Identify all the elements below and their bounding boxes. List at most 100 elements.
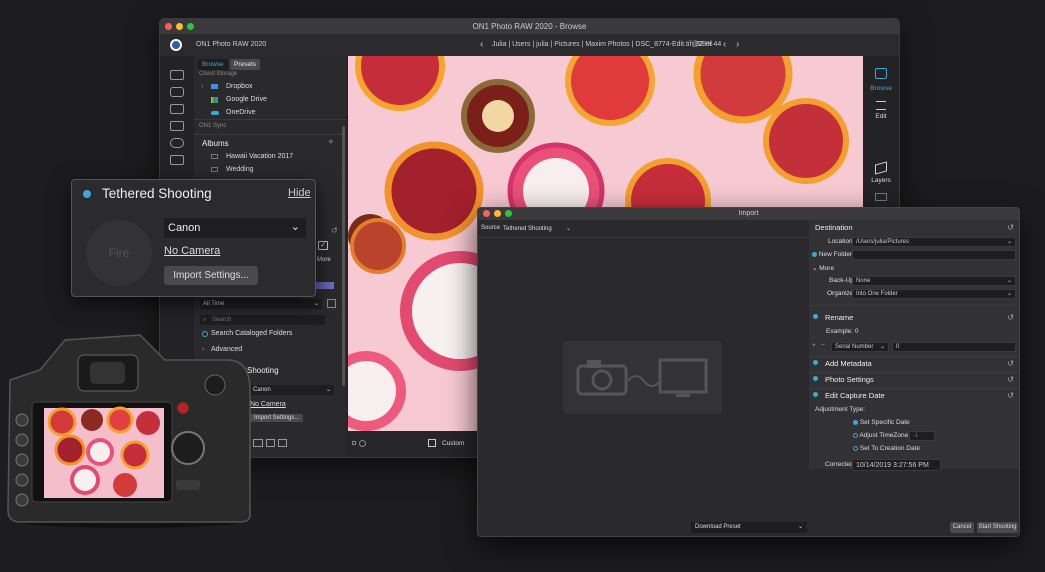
monitor-icon[interactable] bbox=[170, 70, 184, 80]
breadcrumb-item[interactable]: Users bbox=[512, 41, 530, 48]
detail-view-icon[interactable] bbox=[265, 439, 275, 447]
minimize-button[interactable] bbox=[176, 23, 183, 30]
edit-module-label[interactable]: Edit bbox=[863, 113, 899, 120]
cloud-icon[interactable] bbox=[170, 138, 184, 148]
start-shooting-button[interactable]: Start Shooting bbox=[977, 522, 1018, 533]
search-input[interactable]: ⌕ Search bbox=[200, 315, 325, 325]
albums-icon[interactable] bbox=[170, 155, 184, 165]
small-square-icon[interactable] bbox=[352, 441, 356, 445]
close-button[interactable] bbox=[165, 23, 172, 30]
add-metadata-section[interactable]: Add Metadata ↺ bbox=[809, 359, 1019, 371]
download-preset-select[interactable]: Download Preset ⌄ bbox=[691, 522, 807, 533]
reset-icon[interactable]: ↺ bbox=[1007, 223, 1014, 232]
serial-start-input[interactable]: 0 bbox=[892, 342, 1016, 352]
option-adjust-timezone[interactable]: Adjust TimeZone bbox=[853, 432, 908, 439]
layers-module-label[interactable]: Layers bbox=[863, 177, 899, 184]
cancel-button[interactable]: Cancel bbox=[950, 522, 974, 533]
chevron-down-icon: ⌄ bbox=[313, 301, 319, 307]
import-title: Import bbox=[738, 210, 759, 217]
corrected-date-value: 10/14/2019 3:27:56 PM bbox=[856, 462, 929, 469]
more-toggle[interactable]: ⌄ More bbox=[812, 264, 834, 272]
camera-brand-select[interactable]: Canon ⌄ bbox=[164, 218, 306, 238]
calendar-icon[interactable] bbox=[327, 299, 336, 308]
no-camera-link[interactable]: No Camera bbox=[250, 401, 286, 408]
tab-presets[interactable]: Presets bbox=[230, 59, 261, 70]
search-placeholder: Search bbox=[212, 317, 232, 323]
next-image-icon[interactable]: › bbox=[736, 34, 739, 56]
zoom-slider-handle[interactable] bbox=[359, 440, 366, 447]
location-select[interactable]: /Users/julia/Pictures ⌄ bbox=[852, 237, 1016, 247]
divider bbox=[809, 388, 1019, 389]
browse-module-label[interactable]: Browse bbox=[863, 85, 899, 92]
panel-scrollbar[interactable] bbox=[342, 126, 345, 386]
corrected-date-input[interactable]: 10/14/2019 3:27:56 PM bbox=[852, 459, 941, 471]
reset-icon[interactable]: ↺ bbox=[331, 226, 338, 235]
tethered-shooting-popup: Tethered Shooting Hide Fire Canon ⌄ No C… bbox=[71, 179, 316, 297]
new-folder-input[interactable] bbox=[852, 250, 1016, 260]
edit-capture-date-section[interactable]: Edit Capture Date ↺ bbox=[809, 391, 1019, 403]
organize-select[interactable]: Into One Folder ⌄ bbox=[852, 289, 1016, 299]
source-select[interactable]: Tethered Shooting ⌄ bbox=[500, 224, 574, 234]
tab-browse[interactable]: Browse bbox=[198, 59, 228, 70]
new-folder-toggle[interactable]: New Folder bbox=[812, 251, 852, 258]
zoom-button[interactable] bbox=[187, 23, 194, 30]
browse-module-icon[interactable] bbox=[875, 68, 887, 79]
hide-link[interactable]: Hide bbox=[288, 187, 311, 199]
rename-section[interactable]: Rename ↺ bbox=[809, 313, 1019, 325]
serial-number-select[interactable]: Serial Number ⌄ bbox=[831, 342, 889, 352]
zoom-button[interactable] bbox=[505, 210, 512, 217]
option-set-creation-date[interactable]: Set To Creation Date bbox=[853, 445, 920, 452]
import-settings-button[interactable]: Import Settings... bbox=[250, 414, 304, 422]
cloud-item[interactable]: OneDrive bbox=[226, 109, 256, 116]
date-filter-select[interactable]: All Time ⌄ bbox=[200, 299, 322, 309]
reset-icon[interactable]: ↺ bbox=[1007, 391, 1014, 400]
album-icon bbox=[211, 154, 218, 159]
custom-checkbox[interactable] bbox=[428, 439, 436, 447]
photo-settings-section[interactable]: Photo Settings ↺ bbox=[809, 375, 1019, 387]
reset-icon[interactable]: ↺ bbox=[1007, 375, 1014, 384]
reset-icon[interactable]: ↺ bbox=[1007, 313, 1014, 322]
toggle-dot bbox=[813, 375, 818, 381]
breadcrumb-item[interactable]: Julia bbox=[492, 41, 506, 48]
breadcrumb-item[interactable]: julia bbox=[536, 41, 548, 48]
no-camera-link[interactable]: No Camera bbox=[164, 245, 220, 257]
folder-icon[interactable] bbox=[170, 104, 184, 114]
edit-module-icon[interactable] bbox=[876, 101, 886, 110]
compare-view-icon[interactable] bbox=[277, 439, 287, 447]
expand-chevron-icon[interactable]: › bbox=[201, 83, 203, 90]
breadcrumb-item[interactable]: Maxim Photos bbox=[585, 41, 629, 48]
drive-icon[interactable] bbox=[170, 121, 184, 131]
backup-select[interactable]: None ⌄ bbox=[852, 276, 1016, 286]
album-item[interactable]: Wedding bbox=[226, 166, 254, 173]
prev-image-icon[interactable]: ‹ bbox=[723, 34, 726, 56]
breadcrumb-item[interactable]: Pictures bbox=[554, 41, 579, 48]
timezone-value: -1 bbox=[913, 433, 919, 439]
timezone-input[interactable]: -1 bbox=[909, 431, 935, 441]
fire-button[interactable]: Fire bbox=[86, 220, 152, 286]
album-item[interactable]: Hawaii Vacation 2017 bbox=[226, 153, 293, 160]
minimize-button[interactable] bbox=[494, 210, 501, 217]
layers-module-icon[interactable] bbox=[875, 161, 887, 175]
close-button[interactable] bbox=[483, 210, 490, 217]
reset-icon[interactable]: ↺ bbox=[1007, 359, 1014, 368]
capture-date-toggle[interactable] bbox=[813, 391, 818, 398]
camera-icon[interactable] bbox=[170, 87, 184, 97]
add-token-icon[interactable]: + bbox=[812, 342, 816, 349]
more-filter-icon[interactable]: ✓ bbox=[318, 241, 328, 250]
option-set-specific-date[interactable]: Set Specific Date bbox=[853, 419, 910, 426]
add-album-icon[interactable]: + bbox=[328, 137, 334, 148]
photo-settings-toggle[interactable] bbox=[813, 375, 818, 382]
back-chevron-icon[interactable]: ‹ bbox=[480, 34, 483, 56]
metadata-toggle[interactable] bbox=[813, 359, 818, 366]
camera-brand-select[interactable]: Canon ⌄ bbox=[250, 385, 334, 395]
image-icon[interactable] bbox=[875, 193, 887, 201]
cloud-item[interactable]: Google Drive bbox=[226, 96, 267, 103]
remove-token-icon[interactable]: − bbox=[821, 342, 825, 349]
window-title: ON1 Photo RAW 2020 - Browse bbox=[472, 22, 587, 31]
import-settings-button[interactable]: Import Settings... bbox=[164, 266, 258, 285]
chevron-down-icon: ⌄ bbox=[1006, 291, 1012, 297]
edit-capture-date-title: Edit Capture Date bbox=[825, 391, 885, 400]
rename-toggle[interactable] bbox=[813, 313, 818, 320]
rename-example: Example: 0 bbox=[826, 328, 859, 335]
cloud-item[interactable]: Dropbox bbox=[226, 83, 252, 90]
